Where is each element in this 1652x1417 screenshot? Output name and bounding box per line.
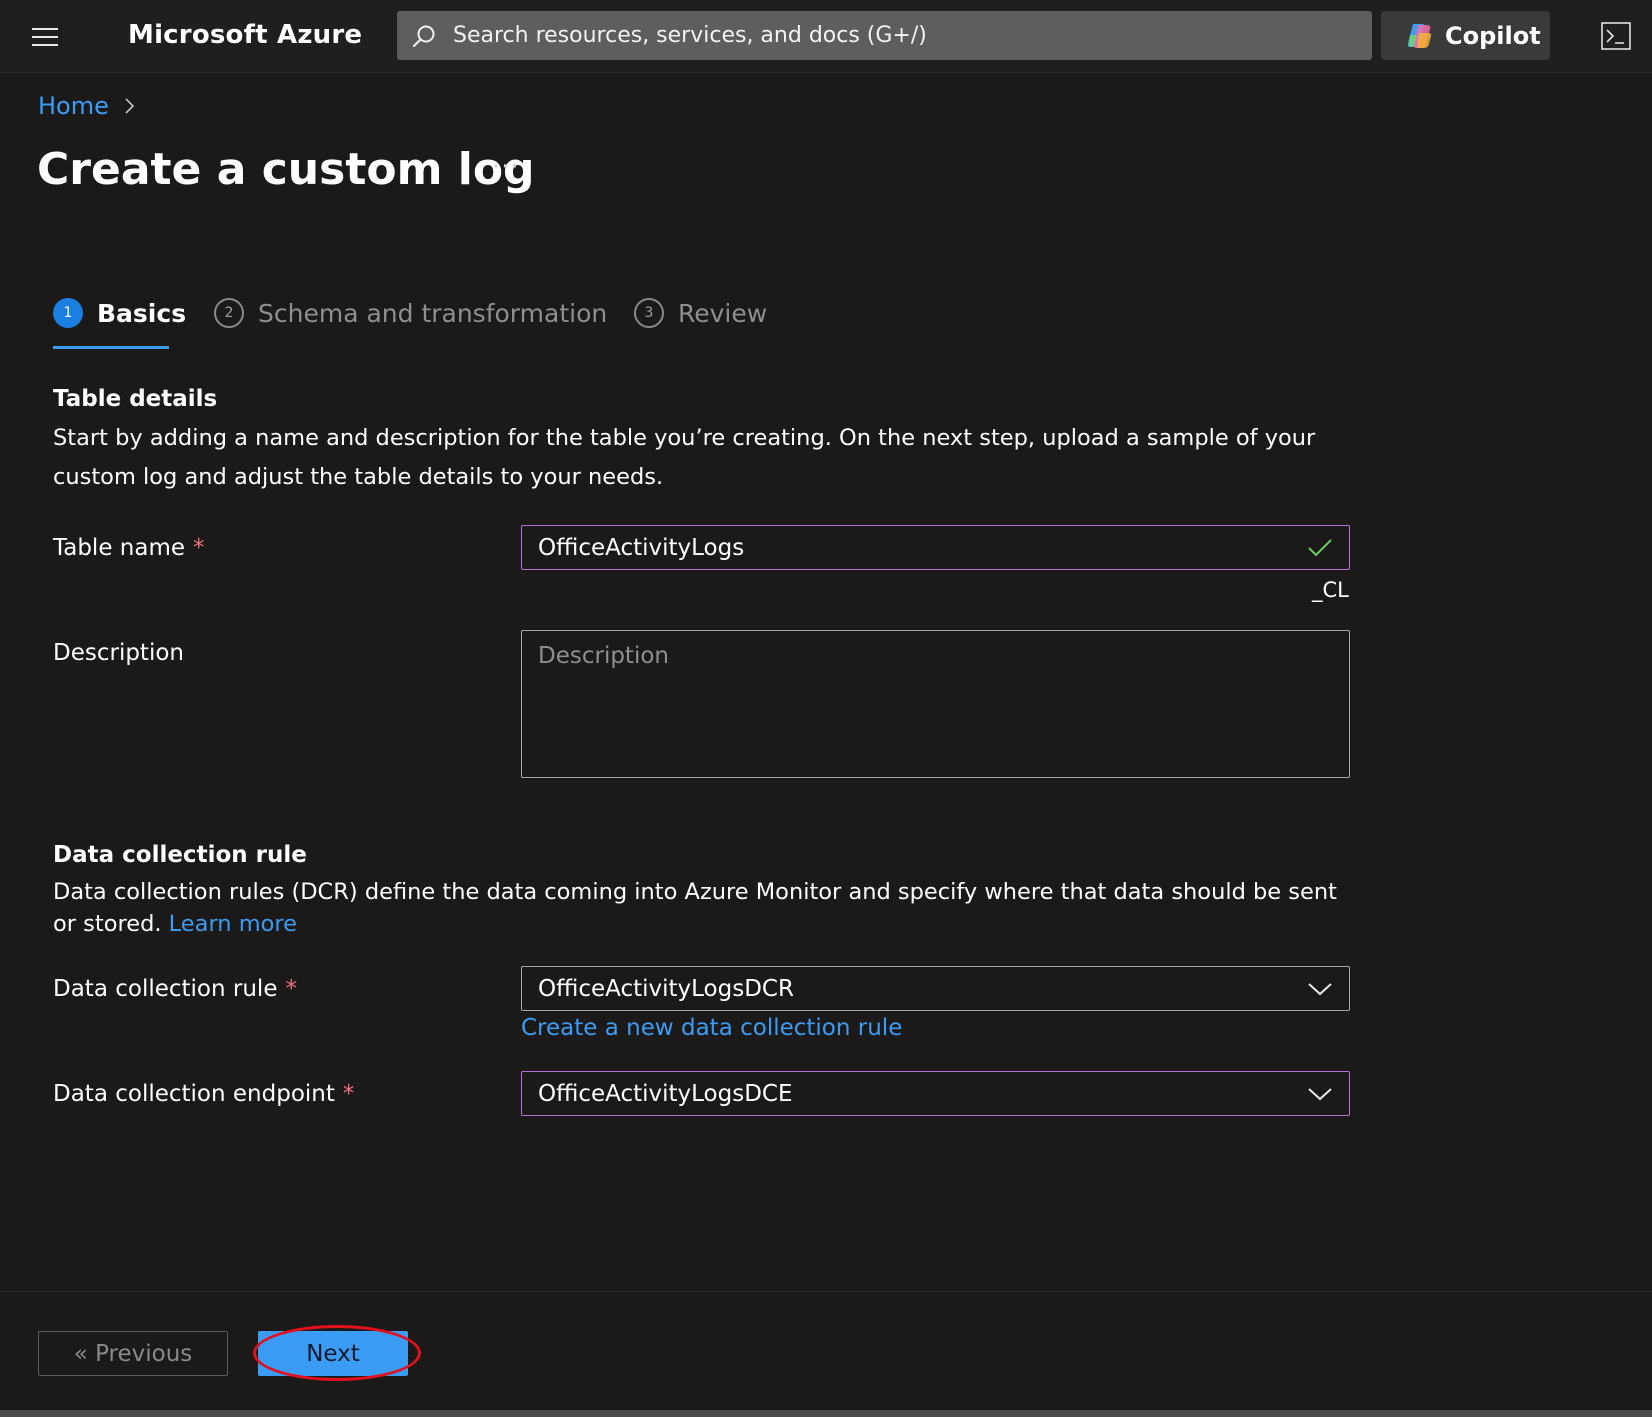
table-details-heading: Table details	[53, 386, 218, 412]
chevron-right-icon	[125, 98, 135, 114]
cloud-shell-icon[interactable]	[1601, 22, 1631, 50]
checkmark-icon	[1308, 538, 1332, 556]
description-label: Description	[53, 640, 184, 666]
dce-label-text: Data collection endpoint	[53, 1081, 335, 1107]
previous-button[interactable]: « Previous	[38, 1331, 228, 1376]
required-marker: *	[342, 1081, 355, 1107]
dce-selected-value: OfficeActivityLogsDCE	[538, 1080, 793, 1107]
search-placeholder: Search resources, services, and docs (G+…	[453, 23, 927, 48]
table-name-label-text: Table name	[53, 535, 186, 561]
dcr-description: Data collection rules (DCR) define the d…	[53, 876, 1353, 940]
table-name-suffix: _CL	[1312, 578, 1349, 602]
hamburger-menu-icon[interactable]	[32, 28, 58, 48]
table-details-description: Start by adding a name and description f…	[53, 425, 1316, 490]
create-dcr-link[interactable]: Create a new data collection rule	[521, 1015, 902, 1041]
tab-number-badge: 2	[214, 298, 244, 328]
chevron-down-icon	[1308, 1087, 1332, 1100]
table-name-input[interactable]: OfficeActivityLogs	[521, 525, 1350, 570]
tab-label: Basics	[97, 298, 187, 328]
brand-title[interactable]: Microsoft Azure	[128, 20, 362, 50]
dcr-heading: Data collection rule	[53, 842, 307, 868]
breadcrumb: Home	[38, 92, 137, 120]
search-input[interactable]: Search resources, services, and docs (G+…	[397, 11, 1372, 60]
dcr-label-text: Data collection rule	[53, 976, 278, 1002]
required-marker: *	[193, 535, 205, 561]
top-bar: Microsoft Azure Search resources, servic…	[0, 0, 1652, 73]
dcr-dropdown[interactable]: OfficeActivityLogsDCR	[521, 966, 1350, 1011]
window-bottom-edge	[0, 1410, 1652, 1417]
page-title: Create a custom log	[37, 144, 535, 195]
tab-label: Review	[678, 298, 768, 328]
active-tab-indicator	[53, 346, 169, 349]
tab-schema-and-transformation[interactable]: 2 Schema and transformation	[214, 298, 607, 328]
search-icon	[412, 25, 435, 47]
dce-dropdown[interactable]: OfficeActivityLogsDCE	[521, 1071, 1350, 1116]
copilot-label: Copilot	[1445, 21, 1541, 50]
copilot-logo-icon	[1407, 23, 1432, 48]
description-placeholder: Description	[538, 643, 669, 669]
tab-number-badge: 1	[53, 298, 83, 328]
table-name-value: OfficeActivityLogs	[538, 534, 745, 561]
tab-basics[interactable]: 1 Basics	[53, 298, 186, 328]
footer-divider	[0, 1291, 1652, 1292]
dcr-label: Data collection rule *	[53, 976, 297, 1002]
tab-review[interactable]: 3 Review	[634, 298, 767, 328]
wizard-tabs: 1 Basics 2 Schema and transformation 3 R…	[53, 298, 853, 350]
more-options-icon[interactable]: ···	[492, 152, 520, 182]
required-marker: *	[285, 976, 297, 1002]
description-textarea[interactable]: Description	[521, 630, 1350, 778]
tab-label: Schema and transformation	[258, 298, 608, 328]
dce-label: Data collection endpoint *	[53, 1081, 354, 1107]
tab-number-badge: 3	[634, 298, 664, 328]
table-name-label: Table name *	[53, 535, 205, 561]
next-button[interactable]: Next	[258, 1331, 408, 1376]
breadcrumb-home-link[interactable]: Home	[38, 92, 109, 120]
chevron-down-icon	[1308, 982, 1332, 995]
dcr-selected-value: OfficeActivityLogsDCR	[538, 975, 794, 1002]
copilot-button[interactable]: Copilot	[1381, 11, 1550, 60]
learn-more-link[interactable]: Learn more	[169, 911, 297, 937]
